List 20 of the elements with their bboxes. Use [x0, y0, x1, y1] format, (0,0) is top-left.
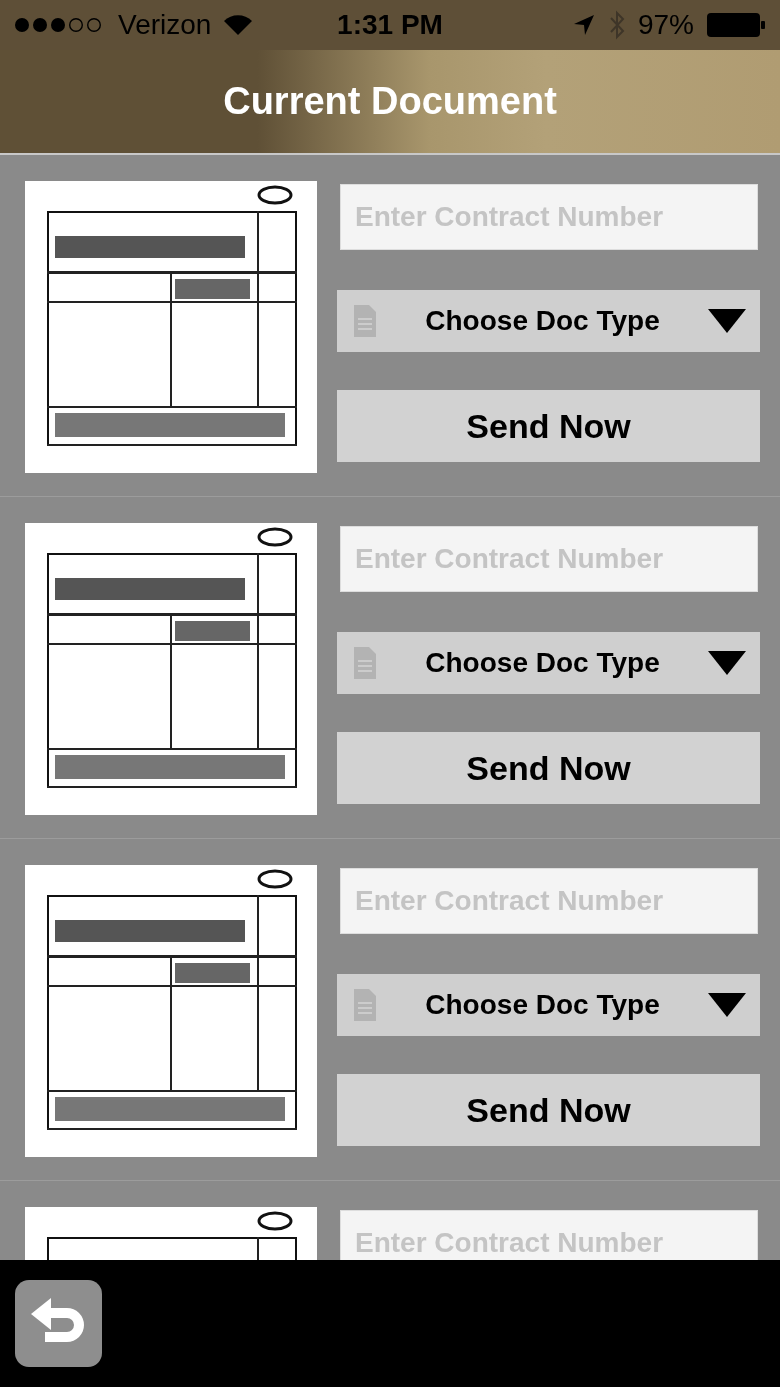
document-icon [353, 988, 377, 1022]
bluetooth-icon [607, 10, 626, 40]
page-title: Current Document [223, 80, 557, 123]
document-icon [353, 304, 377, 338]
battery-icon [706, 12, 766, 38]
caret-icon [708, 309, 746, 333]
wifi-icon [223, 14, 254, 36]
carrier-name: Verizon [118, 9, 212, 41]
doc-type-dropdown[interactable]: Choose Doc Type [337, 974, 760, 1036]
send-now-button[interactable]: Send Now [337, 732, 760, 804]
send-now-button[interactable]: Send Now [337, 390, 760, 462]
document-icon [353, 646, 377, 680]
caret-icon [708, 993, 746, 1017]
status-time: 1:31 PM [337, 9, 443, 41]
doc-type-dropdown[interactable]: Choose Doc Type [337, 290, 760, 352]
send-now-button[interactable]: Send Now [337, 1074, 760, 1146]
doc-type-dropdown[interactable]: Choose Doc Type [337, 632, 760, 694]
back-button[interactable] [15, 1280, 102, 1367]
caret-icon [708, 651, 746, 675]
battery-percent: 97% [637, 9, 694, 41]
